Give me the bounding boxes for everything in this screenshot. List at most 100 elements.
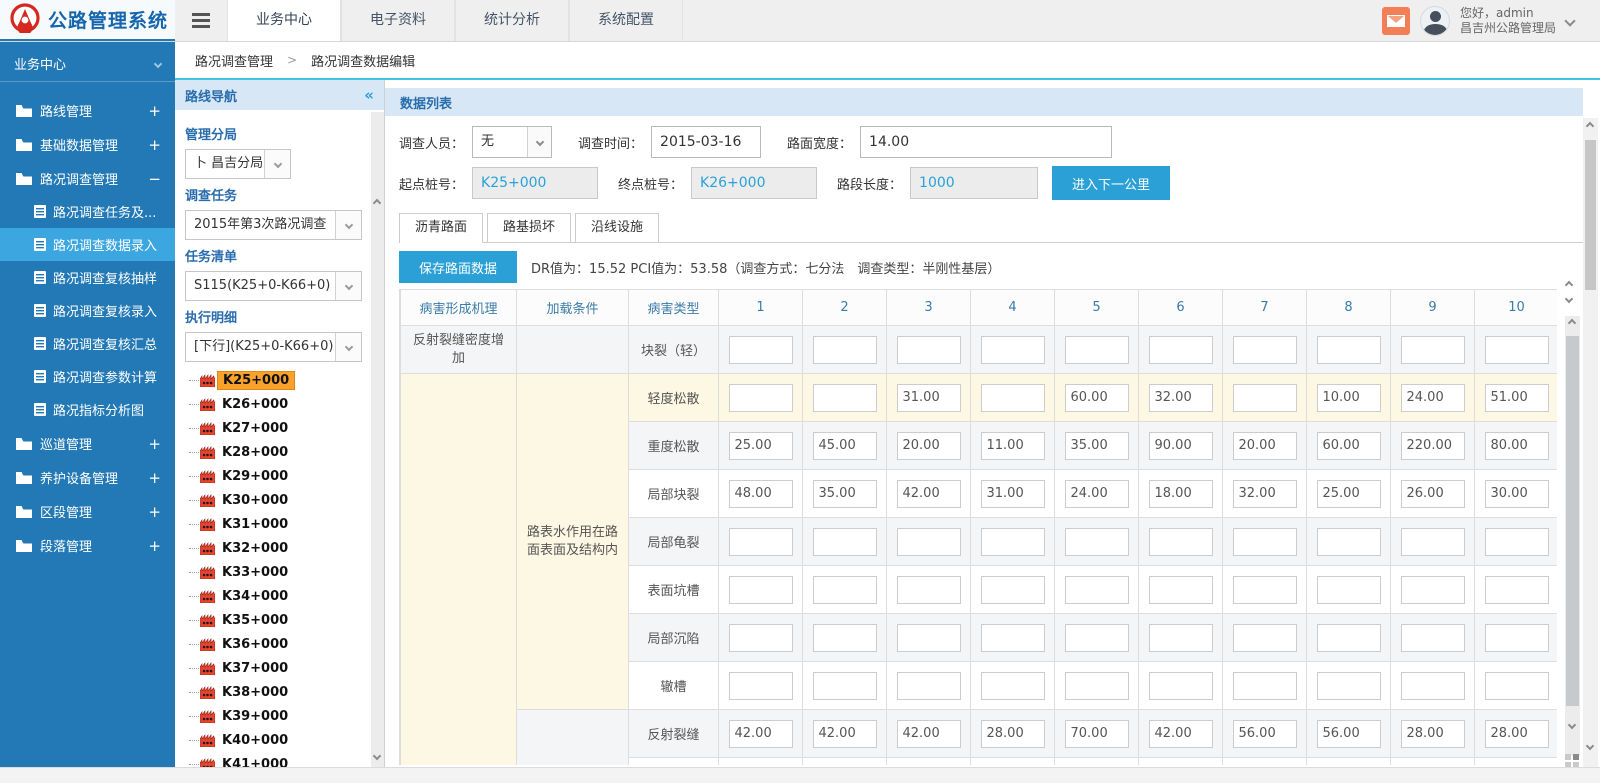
disease-value-input[interactable] xyxy=(981,384,1045,412)
disease-value-input[interactable] xyxy=(1149,432,1213,460)
disease-value-input[interactable] xyxy=(813,336,877,364)
disease-value-input[interactable] xyxy=(813,432,877,460)
disease-value-input[interactable] xyxy=(1065,528,1129,556)
bottom-scrollbar-track[interactable] xyxy=(0,767,1600,783)
disease-value-input[interactable] xyxy=(813,672,877,700)
disease-value-input[interactable] xyxy=(1485,576,1549,604)
tree-item-K29+000[interactable]: K29+000 xyxy=(185,464,362,488)
disease-value-input[interactable] xyxy=(1401,624,1465,652)
sidebar-item-segment-mgmt[interactable]: 段落管理 + xyxy=(0,529,175,562)
disease-value-input[interactable] xyxy=(1485,432,1549,460)
disease-value-input[interactable] xyxy=(981,672,1045,700)
disease-value-input[interactable] xyxy=(981,336,1045,364)
sidebar-subitem-review-summary[interactable]: 路况调查复核汇总 xyxy=(0,327,175,360)
menu-item-system-config[interactable]: 系统配置 xyxy=(569,0,683,41)
disease-value-input[interactable] xyxy=(1401,720,1465,748)
disease-value-input[interactable] xyxy=(1149,336,1213,364)
disease-value-input[interactable] xyxy=(1485,624,1549,652)
disease-value-input[interactable] xyxy=(729,528,793,556)
disease-value-input[interactable] xyxy=(1065,672,1129,700)
disease-value-input[interactable] xyxy=(1317,384,1381,412)
disease-value-input[interactable] xyxy=(981,576,1045,604)
mail-icon[interactable] xyxy=(1382,7,1410,35)
disease-value-input[interactable] xyxy=(1233,384,1297,412)
panel-collapse-icon[interactable]: « xyxy=(364,86,374,104)
disease-value-input[interactable] xyxy=(1233,528,1297,556)
disease-value-input[interactable] xyxy=(1149,624,1213,652)
disease-value-input[interactable] xyxy=(1233,720,1297,748)
scroll-up-icon[interactable] xyxy=(373,199,381,207)
disease-value-input[interactable] xyxy=(1149,528,1213,556)
tab-roadside-facilities[interactable]: 沿线设施 xyxy=(575,213,659,243)
disease-value-input[interactable] xyxy=(1485,480,1549,508)
sidebar-item-patrol-mgmt[interactable]: 巡道管理 + xyxy=(0,427,175,460)
disease-value-input[interactable] xyxy=(729,336,793,364)
disease-value-input[interactable] xyxy=(897,528,961,556)
disease-value-input[interactable] xyxy=(1317,576,1381,604)
sidebar-item-section-mgmt[interactable]: 区段管理 + xyxy=(0,495,175,528)
disease-value-input[interactable] xyxy=(1233,336,1297,364)
disease-value-input[interactable] xyxy=(813,720,877,748)
tree-item-K30+000[interactable]: K30+000 xyxy=(185,488,362,512)
disease-value-input[interactable] xyxy=(1317,672,1381,700)
disease-value-input[interactable] xyxy=(897,480,961,508)
scroll-up-icon[interactable] xyxy=(1586,122,1594,130)
disease-value-input[interactable] xyxy=(1149,672,1213,700)
disease-value-input[interactable] xyxy=(1233,480,1297,508)
tree-item-K31+000[interactable]: K31+000 xyxy=(185,512,362,536)
disease-value-input[interactable] xyxy=(1065,720,1129,748)
disease-value-input[interactable] xyxy=(1065,624,1129,652)
disease-value-input[interactable] xyxy=(981,480,1045,508)
sidebar-title[interactable]: 业务中心 xyxy=(0,46,175,82)
tree-item-K35+000[interactable]: K35+000 xyxy=(185,608,362,632)
sidebar-item-route-mgmt[interactable]: 路线管理 + xyxy=(0,94,175,127)
disease-value-input[interactable] xyxy=(813,576,877,604)
disease-value-input[interactable] xyxy=(1401,384,1465,412)
disease-value-input[interactable] xyxy=(1149,480,1213,508)
task-list-select[interactable]: S115(K25+0-K66+0) xyxy=(185,271,362,301)
scroll-down-icon[interactable] xyxy=(373,752,381,760)
table-vertical-scrollbar[interactable] xyxy=(1563,276,1583,783)
disease-value-input[interactable] xyxy=(897,384,961,412)
tree-item-K37+000[interactable]: K37+000 xyxy=(185,656,362,680)
menu-item-statistics[interactable]: 统计分析 xyxy=(455,0,569,41)
disease-value-input[interactable] xyxy=(729,576,793,604)
disease-value-input[interactable] xyxy=(1317,336,1381,364)
disease-value-input[interactable] xyxy=(1317,480,1381,508)
disease-value-input[interactable] xyxy=(1485,528,1549,556)
disease-value-input[interactable] xyxy=(897,624,961,652)
sidebar-item-basic-data-mgmt[interactable]: 基础数据管理 + xyxy=(0,128,175,161)
disease-value-input[interactable] xyxy=(813,528,877,556)
disease-value-input[interactable] xyxy=(1317,624,1381,652)
disease-value-input[interactable] xyxy=(981,528,1045,556)
menu-item-edocs[interactable]: 电子资料 xyxy=(341,0,455,41)
page-scroll-thumb[interactable] xyxy=(1585,140,1596,290)
disease-value-input[interactable] xyxy=(729,384,793,412)
disease-value-input[interactable] xyxy=(981,432,1045,460)
disease-value-input[interactable] xyxy=(1065,336,1129,364)
disease-value-input[interactable] xyxy=(897,672,961,700)
tree-item-K36+000[interactable]: K36+000 xyxy=(185,632,362,656)
disease-value-input[interactable] xyxy=(1065,480,1129,508)
scroll-up-icon[interactable] xyxy=(1565,281,1573,289)
disease-value-input[interactable] xyxy=(1149,384,1213,412)
tree-item-K33+000[interactable]: K33+000 xyxy=(185,560,362,584)
next-kilometer-button[interactable]: 进入下一公里 xyxy=(1052,166,1170,200)
sidebar-subitem-parameter-calc[interactable]: 路况调查参数计算 xyxy=(0,360,175,393)
disease-value-input[interactable] xyxy=(1317,720,1381,748)
disease-value-input[interactable] xyxy=(813,624,877,652)
scroll-down-icon[interactable] xyxy=(1565,295,1573,303)
user-dropdown-chevron-icon[interactable] xyxy=(1564,15,1575,26)
nav-panel-scrollbar[interactable] xyxy=(371,112,384,783)
sidebar-subitem-review-sampling[interactable]: 路况调查复核抽样 xyxy=(0,261,175,294)
disease-value-input[interactable] xyxy=(729,672,793,700)
disease-value-input[interactable] xyxy=(1149,576,1213,604)
disease-value-input[interactable] xyxy=(1485,384,1549,412)
tree-item-K26+000[interactable]: K26+000 xyxy=(185,392,362,416)
tree-item-K38+000[interactable]: K38+000 xyxy=(185,680,362,704)
save-surface-data-button[interactable]: 保存路面数据 xyxy=(399,251,517,283)
page-scrollbar[interactable] xyxy=(1583,118,1598,767)
sidebar-subitem-survey-task[interactable]: 路况调查任务及... xyxy=(0,195,175,228)
vertical-scroll-thumb[interactable] xyxy=(1566,336,1579,706)
disease-value-input[interactable] xyxy=(1065,576,1129,604)
